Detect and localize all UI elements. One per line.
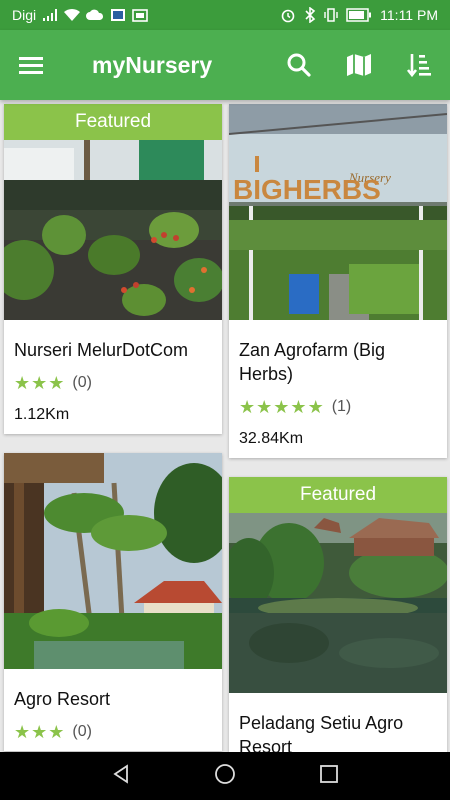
battery-icon: [346, 8, 372, 22]
nursery-title: Nurseri MelurDotCom: [14, 340, 189, 360]
review-count: (0): [72, 723, 92, 740]
app-bar: myNursery: [0, 30, 450, 100]
map-icon[interactable]: [342, 48, 376, 82]
star-icon: ★: [31, 722, 48, 742]
nursery-sign-text: BIGHERBS: [233, 174, 381, 205]
star-icon: ★: [290, 397, 307, 417]
featured-badge: Featured: [229, 477, 447, 513]
back-icon[interactable]: [110, 763, 132, 790]
vibrate-icon: [324, 7, 338, 23]
featured-badge: Featured: [4, 104, 222, 140]
nursery-photo: Nursery BIGHERBS: [229, 104, 447, 320]
status-bar: Digi 11:11 PM: [0, 0, 450, 30]
rating-stars: ★ ★ ★ ★ ★: [239, 398, 324, 416]
star-icon: ★: [307, 397, 324, 417]
menu-icon[interactable]: [14, 48, 48, 82]
home-icon[interactable]: [213, 762, 237, 791]
system-nav-bar: [0, 752, 450, 800]
nursery-grid: Featured Nurseri MelurDotCom ★ ★ ★ (0) 1…: [0, 100, 450, 752]
distance-label: 1.12Km: [14, 406, 70, 423]
nursery-card[interactable]: Featured Peladang Setiu Agro Resort: [229, 477, 447, 752]
nursery-photo: [229, 513, 447, 693]
star-icon: ★: [239, 397, 256, 417]
review-count: (0): [72, 374, 92, 391]
signal-icon: [42, 8, 58, 22]
star-icon: ★: [48, 722, 65, 742]
star-icon: ★: [14, 722, 31, 742]
search-icon[interactable]: [282, 48, 316, 82]
nursery-title: Zan Agrofarm (Big Herbs): [239, 340, 386, 384]
nursery-photo: [4, 453, 222, 669]
star-icon: ★: [273, 397, 290, 417]
review-count: (1): [331, 398, 352, 415]
alarm-icon: [280, 7, 296, 23]
rating-stars: ★ ★ ★: [14, 723, 64, 741]
star-icon: ★: [14, 373, 31, 393]
nursery-title: Peladang Setiu Agro Resort: [239, 713, 404, 752]
sort-icon[interactable]: [402, 48, 436, 82]
rating-stars: ★ ★ ★: [14, 374, 64, 392]
wifi-icon: [64, 8, 81, 22]
star-icon: ★: [31, 373, 48, 393]
app-title: myNursery: [92, 51, 213, 78]
nursery-title: Agro Resort: [14, 689, 111, 709]
nursery-photo: [4, 140, 222, 320]
nursery-card[interactable]: Agro Resort ★ ★ ★ (0): [4, 453, 222, 751]
notification-icon: [110, 8, 126, 22]
clock: 11:11 PM: [380, 7, 438, 23]
star-icon: ★: [48, 373, 65, 393]
star-icon: ★: [256, 397, 273, 417]
distance-label: 32.84Km: [239, 430, 304, 447]
cloud-icon: [86, 9, 104, 21]
screenshot-icon: [132, 8, 148, 22]
bluetooth-icon: [304, 7, 316, 23]
recents-icon[interactable]: [318, 763, 340, 790]
nursery-card[interactable]: Featured Nurseri MelurDotCom ★ ★ ★ (0) 1…: [4, 104, 222, 434]
carrier-label: Digi: [12, 7, 37, 23]
nursery-card[interactable]: Nursery BIGHERBS Zan Agrofarm (Big Herbs…: [229, 104, 447, 458]
